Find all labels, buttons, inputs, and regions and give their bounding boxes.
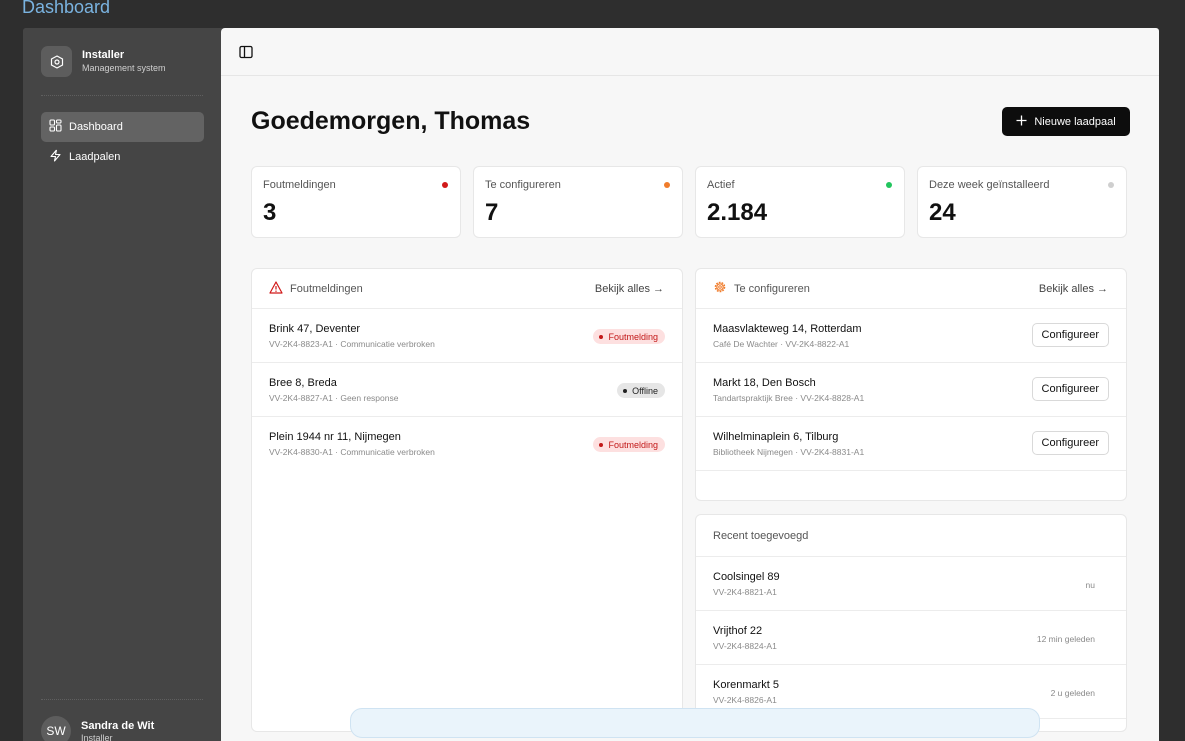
new-charger-button[interactable]: Nieuwe laadpaal bbox=[1002, 107, 1130, 136]
list-item[interactable]: Plein 1944 nr 11, Nijmegen VV-2K4-8830-A… bbox=[252, 417, 682, 471]
list-item[interactable]: Coolsingel 89 VV-2K4-8821-A1 nu bbox=[696, 557, 1126, 611]
panel-header: Recent toegevoegd bbox=[696, 515, 1126, 557]
user-name: Sandra de Wit bbox=[81, 719, 155, 732]
stat-label: Foutmeldingen bbox=[263, 179, 336, 191]
badge-dot bbox=[599, 442, 604, 447]
list-item: Maasvlakteweg 14, Rotterdam Café De Wach… bbox=[696, 309, 1126, 363]
lightning-icon bbox=[49, 149, 62, 165]
status-badge: Foutmelding bbox=[593, 437, 665, 452]
view-all-link[interactable]: Bekijk alles → bbox=[595, 283, 664, 295]
status-dot bbox=[664, 182, 670, 188]
badge-label: Foutmelding bbox=[608, 331, 658, 342]
row-subtitle: VV-2K4-8821-A1 bbox=[713, 587, 777, 597]
page-title: Goedemorgen, Thomas bbox=[251, 107, 531, 135]
hexagon-logo-icon bbox=[41, 46, 72, 77]
stat-value: 3 bbox=[263, 199, 277, 226]
sidebar-nav: Dashboard Laadpalen bbox=[41, 112, 204, 172]
timestamp: nu bbox=[1085, 580, 1095, 590]
divider bbox=[41, 95, 203, 96]
stat-card-to-configure[interactable]: Te configureren 7 bbox=[473, 166, 683, 238]
panel-title: Recent toegevoegd bbox=[713, 529, 809, 542]
configure-button[interactable]: Configureer bbox=[1031, 431, 1109, 455]
stat-label: Actief bbox=[707, 179, 735, 191]
list-item: Wilhelminaplein 6, Tilburg Bibliotheek N… bbox=[696, 417, 1126, 471]
sidebar-item-label: Dashboard bbox=[69, 121, 123, 133]
badge-label: Foutmelding bbox=[608, 439, 658, 450]
stat-card-installed-this-week[interactable]: Deze week geïnstalleerd 24 bbox=[917, 166, 1127, 238]
sidebar-item-dashboard[interactable]: Dashboard bbox=[41, 112, 204, 142]
panel-header: Foutmeldingen Bekijk alles → bbox=[252, 269, 682, 309]
main-content: Goedemorgen, Thomas Nieuwe laadpaal Fout… bbox=[221, 28, 1159, 741]
timestamp: 12 min geleden bbox=[1036, 634, 1095, 644]
row-title: Bree 8, Breda bbox=[269, 377, 337, 389]
view-all-link[interactable]: Bekijk alles → bbox=[1039, 283, 1108, 295]
brand-subtitle: Management system bbox=[82, 63, 166, 73]
panel-title: Te configureren bbox=[734, 282, 810, 295]
recent-panel: Recent toegevoegd Coolsingel 89 VV-2K4-8… bbox=[695, 514, 1127, 732]
warning-icon bbox=[269, 280, 283, 297]
app-window: Installer Management system Dashboard La… bbox=[23, 28, 1159, 741]
divider bbox=[41, 699, 203, 700]
panel-title: Foutmeldingen bbox=[290, 282, 363, 295]
list-item[interactable]: Vrijthof 22 VV-2K4-8824-A1 12 min gelede… bbox=[696, 611, 1126, 665]
stat-card-active[interactable]: Actief 2.184 bbox=[695, 166, 905, 238]
plus-icon bbox=[1016, 115, 1027, 129]
sidebar: Installer Management system Dashboard La… bbox=[23, 28, 221, 741]
badge-dot bbox=[599, 334, 604, 339]
status-badge: Offline bbox=[617, 383, 665, 398]
configure-button[interactable]: Configureer bbox=[1031, 323, 1109, 347]
timestamp: 2 u geleden bbox=[1050, 688, 1095, 698]
status-badge: Foutmelding bbox=[593, 329, 665, 344]
list-item: Markt 18, Den Bosch Tandartspraktijk Bre… bbox=[696, 363, 1126, 417]
sidebar-toggle-icon[interactable] bbox=[239, 45, 253, 59]
user-role: Installer bbox=[81, 732, 113, 741]
page-label: Dashboard bbox=[22, 0, 111, 17]
sidebar-item-laadpalen[interactable]: Laadpalen bbox=[41, 142, 204, 172]
badge-label: Offline bbox=[632, 385, 658, 396]
new-charger-label: Nieuwe laadpaal bbox=[1034, 115, 1116, 128]
stat-value: 24 bbox=[929, 199, 956, 226]
notification-toast[interactable] bbox=[350, 708, 1040, 738]
badge-dot bbox=[623, 388, 628, 393]
errors-panel: Foutmeldingen Bekijk alles → Brink 47, D… bbox=[251, 268, 683, 732]
to-configure-panel: Te configureren Bekijk alles → Maasvlakt… bbox=[695, 268, 1127, 501]
user-profile[interactable]: SW Sandra de Wit Installer bbox=[41, 716, 154, 741]
topbar bbox=[221, 28, 1159, 76]
row-subtitle: VV-2K4-8827-A1 · Geen response bbox=[269, 393, 399, 403]
status-dot bbox=[442, 182, 448, 188]
panel-header: Te configureren Bekijk alles → bbox=[696, 269, 1126, 309]
avatar: SW bbox=[41, 716, 71, 741]
status-dot bbox=[1108, 182, 1114, 188]
brand[interactable]: Installer Management system bbox=[41, 46, 166, 77]
stat-value: 2.184 bbox=[707, 199, 768, 226]
brand-title: Installer bbox=[82, 49, 125, 61]
grid-icon bbox=[49, 119, 62, 135]
gear-icon bbox=[713, 280, 727, 297]
stat-label: Te configureren bbox=[485, 179, 561, 191]
row-title: Coolsingel 89 bbox=[713, 571, 780, 583]
stat-label: Deze week geïnstalleerd bbox=[929, 179, 1050, 191]
stat-value: 7 bbox=[485, 199, 499, 226]
list-item[interactable]: Brink 47, Deventer VV-2K4-8823-A1 · Comm… bbox=[252, 309, 682, 363]
status-dot bbox=[886, 182, 892, 188]
sidebar-item-label: Laadpalen bbox=[69, 151, 121, 163]
stat-card-errors[interactable]: Foutmeldingen 3 bbox=[251, 166, 461, 238]
list-item[interactable]: Bree 8, Breda VV-2K4-8827-A1 · Geen resp… bbox=[252, 363, 682, 417]
configure-button[interactable]: Configureer bbox=[1031, 377, 1109, 401]
